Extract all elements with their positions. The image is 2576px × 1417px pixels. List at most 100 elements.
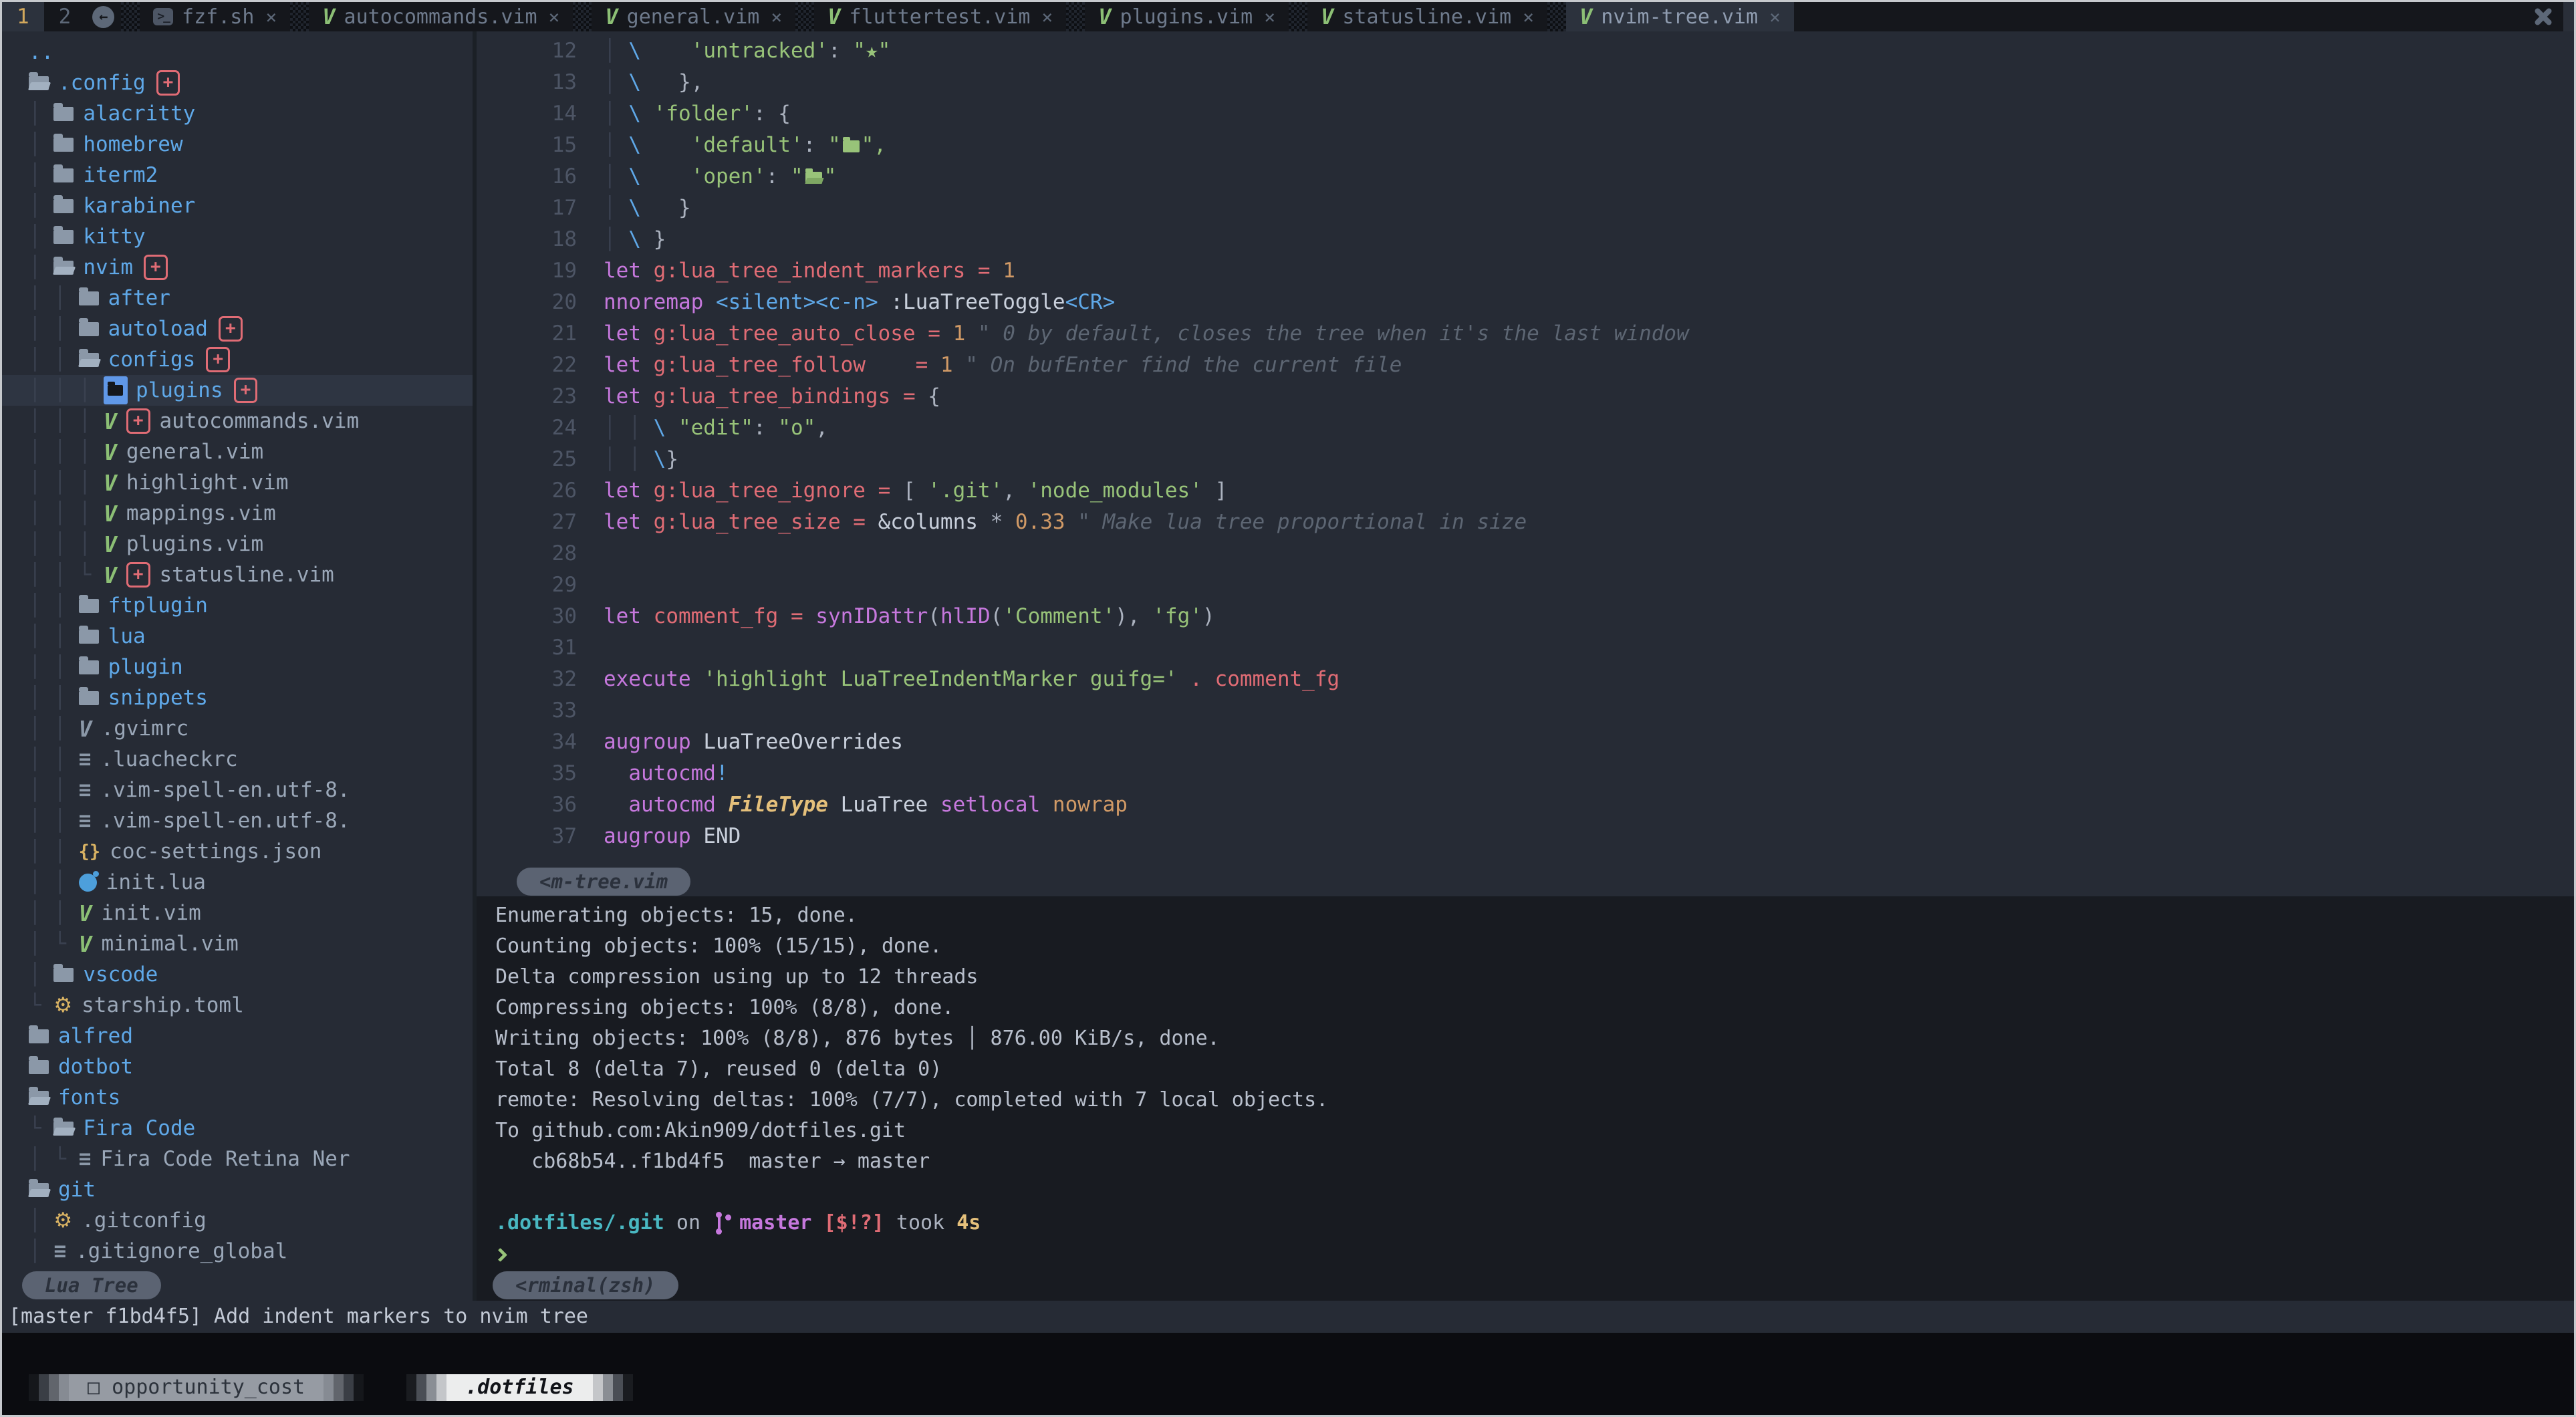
- code-line: 12│ \ 'untracked': "★": [477, 35, 2574, 67]
- line-number: 24: [477, 412, 577, 444]
- tree-item-.gvimrc[interactable]: │ │ V.gvimrc: [2, 713, 473, 744]
- folder-open-icon: [29, 76, 49, 90]
- tree-item-.gitconfig[interactable]: │ ⚙.gitconfig: [2, 1205, 473, 1236]
- tree-item-autocommands.vim[interactable]: │ │ │ V+autocommands.vim: [2, 406, 473, 436]
- git-branch-icon: [715, 1212, 733, 1233]
- tree-item-.config[interactable]: .config+: [2, 68, 473, 98]
- tree-item-coc-settings.json[interactable]: │ │ {}coc-settings.json: [2, 836, 473, 867]
- tree-item-after[interactable]: │ │ after: [2, 283, 473, 313]
- tree-item-homebrew[interactable]: │ homebrew: [2, 129, 473, 160]
- buffer-tab-plugins.vim[interactable]: Vplugins.vim×: [1085, 2, 1289, 31]
- tab-close-button[interactable]: ×: [549, 6, 560, 28]
- code-text: let g:lua_tree_ignore = [ '.git', 'node_…: [604, 475, 1227, 507]
- tree-item-general.vim[interactable]: │ │ │ Vgeneral.vim: [2, 436, 473, 467]
- tree-item-starship.toml[interactable]: └ ⚙starship.toml: [2, 990, 473, 1021]
- buffer-tab-fzf.sh[interactable]: >_fzf.sh×: [140, 2, 290, 31]
- tree-item-configs[interactable]: │ │ configs+: [2, 344, 473, 375]
- code-text: │ │ \}: [604, 444, 678, 475]
- tree-item-fonts[interactable]: fonts: [2, 1082, 473, 1113]
- tree-item-Fira-Code[interactable]: └ Fira Code: [2, 1113, 473, 1144]
- tab-close-button[interactable]: ×: [1041, 6, 1053, 28]
- code-line: 22let g:lua_tree_follow = 1 " On bufEnte…: [477, 350, 2574, 381]
- folder-glyph-icon: [843, 140, 860, 152]
- tab-close-button[interactable]: ×: [1523, 6, 1534, 28]
- tab-separator: [573, 2, 592, 31]
- code-text: autocmd!: [604, 758, 729, 789]
- buffer-tab-autocommands.vim[interactable]: Vautocommands.vim×: [309, 2, 573, 31]
- tree-item-label: ftplugin: [108, 594, 208, 618]
- code-text: execute 'highlight LuaTreeIndentMarker g…: [604, 664, 1339, 695]
- buffer-tab-fluttertest.vim[interactable]: Vfluttertest.vim×: [814, 2, 1066, 31]
- vim-file-icon: V: [1579, 4, 1592, 29]
- tree-item-alfred[interactable]: alfred: [2, 1021, 473, 1051]
- tab-close-button[interactable]: ×: [1769, 6, 1781, 28]
- folder-closed-icon: [53, 968, 74, 982]
- buffer-tab-nvim-tree.vim[interactable]: Vnvim-tree.vim×: [1566, 2, 1794, 31]
- tree-item-highlight.vim[interactable]: │ │ │ Vhighlight.vim: [2, 467, 473, 498]
- editor-pane[interactable]: 12│ \ 'untracked': "★"13│ \ },14│ \ 'fol…: [477, 31, 2574, 867]
- tree-item-iterm2[interactable]: │ iterm2: [2, 160, 473, 190]
- tree-item-snippets[interactable]: │ │ snippets: [2, 682, 473, 713]
- tree-item-label: iterm2: [83, 163, 158, 187]
- statusline-filename-pill: <m-tree.vim: [517, 868, 690, 896]
- tree-item-Fira-Code-Retina-Ner[interactable]: │ └ ≡Fira Code Retina Ner: [2, 1144, 473, 1174]
- tab-fade-right: [593, 1374, 633, 1401]
- tab-separator: [1289, 2, 1307, 31]
- tree-item-lua[interactable]: │ │ lua: [2, 621, 473, 652]
- tree-item-.luacheckrc[interactable]: │ │ ≡.luacheckrc: [2, 744, 473, 775]
- tree-item-.vim-spell-en.utf-8.[interactable]: │ │ ≡.vim-spell-en.utf-8.: [2, 775, 473, 805]
- indent-guides: │ │ │: [29, 440, 104, 464]
- terminal-status-pill: <rminal(zsh): [493, 1271, 678, 1299]
- tree-item-plugins[interactable]: │ │ │ plugins+: [2, 375, 473, 406]
- indent-guides: │ │ └: [29, 563, 104, 587]
- kitty-tab-.dotfiles[interactable]: .dotfiles: [406, 1374, 633, 1401]
- tree-item-autoload[interactable]: │ │ autoload+: [2, 313, 473, 344]
- tree-item-..[interactable]: ..: [2, 37, 473, 68]
- tree-item-alacritty[interactable]: │ alacritty: [2, 98, 473, 129]
- terminal-pane[interactable]: Enumerating objects: 15, done.Counting o…: [477, 896, 2574, 1269]
- kitty-tab-opportunity-cost[interactable]: □ opportunity_cost: [29, 1374, 364, 1401]
- tab-number-1[interactable]: 1: [2, 2, 44, 31]
- code-line: 23let g:lua_tree_bindings = {: [477, 381, 2574, 412]
- tree-item-kitty[interactable]: │ kitty: [2, 221, 473, 252]
- vim-file-icon: V: [322, 4, 335, 29]
- tree-item-init.vim[interactable]: │ │ Vinit.vim: [2, 898, 473, 928]
- buffer-tab-general.vim[interactable]: Vgeneral.vim×: [592, 2, 795, 31]
- tab-close-button[interactable]: ×: [1264, 6, 1275, 28]
- tree-item-label: autocommands.vim: [160, 409, 360, 433]
- tab-close-button[interactable]: ×: [265, 6, 277, 28]
- code-line: 21let g:lua_tree_auto_close = 1 " 0 by d…: [477, 318, 2574, 350]
- indent-guides: │: [29, 1208, 53, 1233]
- tree-item-init.lua[interactable]: │ │ init.lua: [2, 867, 473, 898]
- indent-guides: │ │: [29, 686, 79, 710]
- tree-item-plugin[interactable]: │ │ plugin: [2, 652, 473, 682]
- line-number: 13: [477, 67, 577, 98]
- tab-close-button[interactable]: ×: [771, 6, 782, 28]
- code-text: │ │ \ "edit": "o",: [604, 412, 828, 444]
- tree-item-statusline.vim[interactable]: │ │ └ V+statusline.vim: [2, 559, 473, 590]
- close-all-button[interactable]: [2522, 2, 2563, 31]
- tree-item-mappings.vim[interactable]: │ │ │ Vmappings.vim: [2, 498, 473, 529]
- history-back-button[interactable]: ←: [86, 2, 121, 31]
- tree-item-karabiner[interactable]: │ karabiner: [2, 190, 473, 221]
- tree-item-plugins.vim[interactable]: │ │ │ Vplugins.vim: [2, 529, 473, 559]
- prompt-segment: took: [884, 1211, 956, 1235]
- tree-item-.gitignore-global[interactable]: │ ≡.gitignore_global: [2, 1236, 473, 1267]
- tree-item-vscode[interactable]: │ vscode: [2, 959, 473, 990]
- indent-guides: │ │: [29, 655, 79, 679]
- buffer-tab-statusline.vim[interactable]: Vstatusline.vim×: [1307, 2, 1547, 31]
- tree-item-minimal.vim[interactable]: │ └ Vminimal.vim: [2, 928, 473, 959]
- tree-item-label: .gitignore_global: [76, 1239, 287, 1263]
- tree-item-label: init.vim: [102, 901, 201, 925]
- vim-file-icon: V: [605, 4, 618, 29]
- tab-number-2[interactable]: 2: [44, 2, 86, 31]
- line-number: 35: [477, 758, 577, 789]
- tree-item-ftplugin[interactable]: │ │ ftplugin: [2, 590, 473, 621]
- line-number: 25: [477, 444, 577, 475]
- tree-item-.vim-spell-en.utf-8.[interactable]: │ │ ≡.vim-spell-en.utf-8.: [2, 805, 473, 836]
- tree-item-nvim[interactable]: │ nvim+: [2, 252, 473, 283]
- tree-item-dotbot[interactable]: dotbot: [2, 1051, 473, 1082]
- code-line: 15│ \ 'default': "",: [477, 130, 2574, 161]
- tab-separator: [121, 2, 140, 31]
- tree-item-git[interactable]: git: [2, 1174, 473, 1205]
